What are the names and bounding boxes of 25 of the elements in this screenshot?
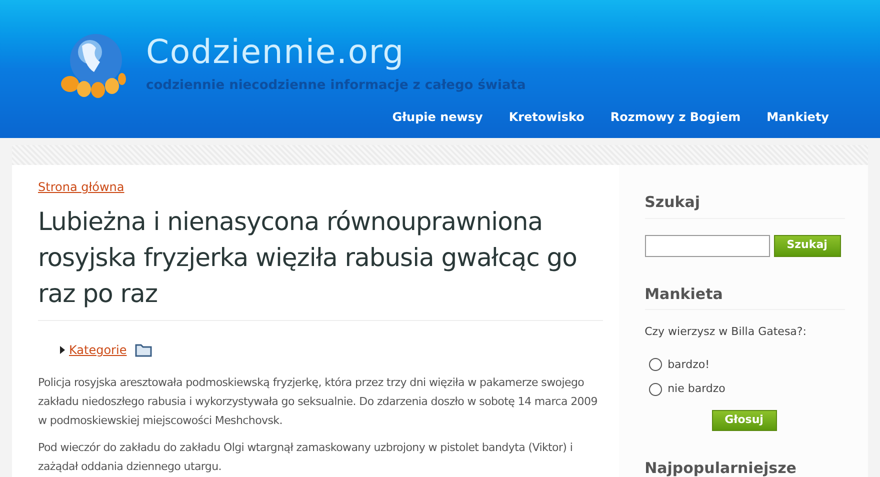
article-title: Lubieżna i nienasycona równouprawniona rosyjska fryzjerka więziła rabusia gwałcąc go raz po raz — [38, 204, 603, 321]
nav-link[interactable]: Kretowisko — [508, 108, 584, 126]
search-field[interactable] — [644, 234, 770, 256]
section-heading: Najpopularniejsze — [644, 456, 845, 477]
search-button[interactable]: Szukaj — [774, 234, 841, 256]
folder-icon — [134, 343, 152, 357]
site-title[interactable]: Codziennie.org — [146, 32, 526, 72]
section-heading: Szukaj — [644, 191, 845, 218]
category-link[interactable]: Kategorie — [69, 341, 127, 359]
site-tagline: codziennie niecodzienne informacje z całego świata — [146, 77, 526, 95]
nav-link[interactable]: Głupie newsy — [392, 108, 483, 126]
vote-button[interactable]: Głosuj — [712, 410, 777, 430]
nav-link[interactable]: Mankiety — [766, 108, 829, 126]
triangle-icon — [60, 346, 65, 354]
poll-question: Czy wierzysz w Billa Gatesa?: — [644, 324, 808, 340]
radio-button[interactable] — [648, 382, 662, 396]
section-heading: Mankieta — [644, 282, 845, 310]
article-paragraph: Policja rosyjska aresztowała podmoskiewską fryzjerkę, która przez trzy dni więziła w pakamerze swojego zakładu niedoszłego rabusia i wykorzystywała go seksualnie. Do zdarzenia doszło w sobotę 14 marca 2009 w podmoskiewskiej miejscowości Meshchovsk. — [38, 375, 598, 429]
nav-link[interactable]: Rozmowy z Bogiem — [610, 108, 741, 126]
radio-button[interactable] — [648, 358, 662, 372]
poll-option[interactable]: nie bardzo — [648, 381, 868, 398]
breadcrumb-link[interactable]: Strona główna — [38, 180, 124, 194]
article-paragraph: Pod wieczór do zakładu do zakładu Olgi wtargnął zamaskowany uzbrojony w pistolet bandyta (Viktor) i zażądał oddania dziennego utargu. — [38, 440, 574, 475]
globe-logo-icon — [60, 32, 126, 98]
poll-option[interactable]: bardzo! — [648, 356, 868, 373]
